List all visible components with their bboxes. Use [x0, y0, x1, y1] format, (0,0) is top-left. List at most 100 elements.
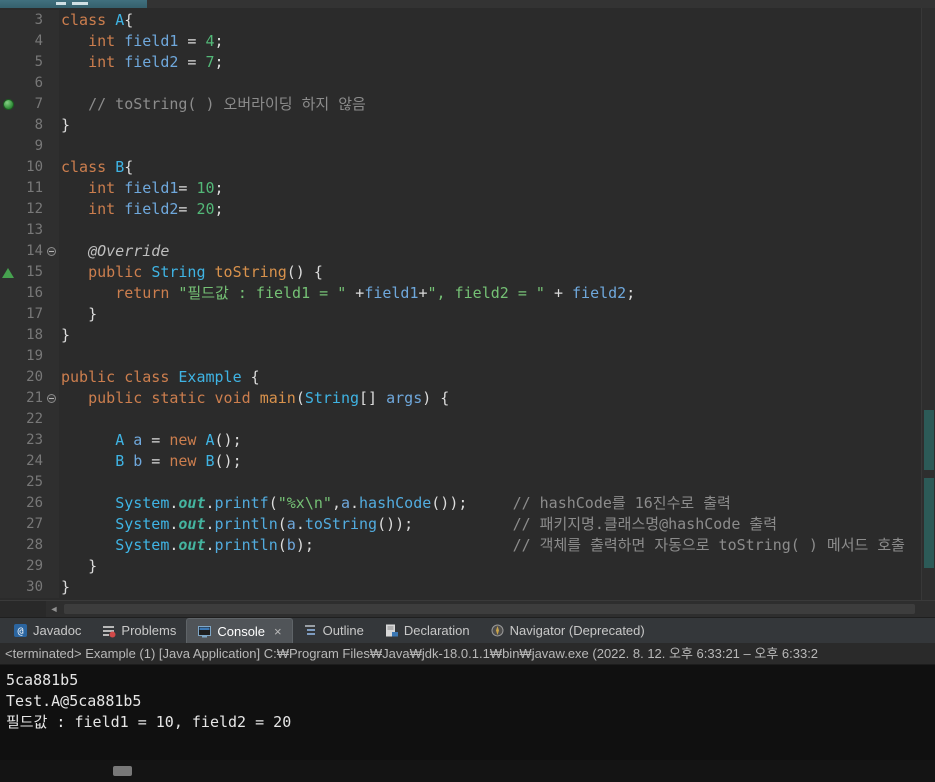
- folding-ruler-cell[interactable]: [45, 325, 59, 346]
- code-text[interactable]: [59, 346, 935, 367]
- folding-ruler-cell[interactable]: [45, 535, 59, 556]
- code-text[interactable]: System.out.printf("%x\n",a.hashCode()); …: [59, 493, 935, 514]
- line-number[interactable]: 28: [18, 535, 45, 556]
- code-line-28[interactable]: 28 System.out.println(b); // 객체를 출력하면 자동…: [0, 535, 935, 556]
- code-line-13[interactable]: 13: [0, 220, 935, 241]
- marker-ruler-cell[interactable]: [0, 409, 18, 430]
- editor-horizontal-scrollbar[interactable]: ◄: [0, 600, 935, 617]
- code-text[interactable]: }: [59, 556, 935, 577]
- line-number[interactable]: 17: [18, 304, 45, 325]
- line-number[interactable]: 6: [18, 73, 45, 94]
- marker-ruler-cell[interactable]: [0, 325, 18, 346]
- code-text[interactable]: public class Example {: [59, 367, 935, 388]
- tab-console[interactable]: Console ×: [186, 618, 293, 643]
- code-line-18[interactable]: 18}: [0, 325, 935, 346]
- code-text[interactable]: B b = new B();: [59, 451, 935, 472]
- folding-ruler-cell[interactable]: [45, 52, 59, 73]
- scrollbar-thumb[interactable]: [64, 604, 915, 614]
- console-horizontal-scrollbar[interactable]: [0, 760, 935, 782]
- code-line-24[interactable]: 24 B b = new B();: [0, 451, 935, 472]
- code-text[interactable]: int field1 = 4;: [59, 31, 935, 52]
- code-line-21[interactable]: 21 public static void main(String[] args…: [0, 388, 935, 409]
- code-text[interactable]: [59, 472, 935, 493]
- marker-ruler-cell[interactable]: [0, 493, 18, 514]
- line-number[interactable]: 21: [18, 388, 45, 409]
- folding-ruler-cell[interactable]: [45, 367, 59, 388]
- code-text[interactable]: A a = new A();: [59, 430, 935, 451]
- line-number[interactable]: 25: [18, 472, 45, 493]
- tab-javadoc[interactable]: @ Javadoc: [3, 618, 91, 643]
- code-text[interactable]: }: [59, 577, 935, 598]
- line-number[interactable]: 20: [18, 367, 45, 388]
- code-text[interactable]: class A{: [59, 10, 935, 31]
- line-number[interactable]: 26: [18, 493, 45, 514]
- code-text[interactable]: return "필드값 : field1 = " +field1+", fiel…: [59, 283, 935, 304]
- marker-ruler-cell[interactable]: [0, 283, 18, 304]
- code-line-16[interactable]: 16 return "필드값 : field1 = " +field1+", f…: [0, 283, 935, 304]
- line-number[interactable]: 13: [18, 220, 45, 241]
- code-line-4[interactable]: 4 int field1 = 4;: [0, 31, 935, 52]
- folding-ruler-cell[interactable]: [45, 493, 59, 514]
- line-number[interactable]: 16: [18, 283, 45, 304]
- marker-ruler-cell[interactable]: [0, 94, 18, 115]
- fold-collapse-icon[interactable]: [47, 247, 56, 256]
- line-number[interactable]: 30: [18, 577, 45, 598]
- folding-ruler-cell[interactable]: [45, 178, 59, 199]
- code-line-12[interactable]: 12 int field2= 20;: [0, 199, 935, 220]
- code-line-3[interactable]: 3 class A{: [0, 10, 935, 31]
- marker-ruler-cell[interactable]: [0, 241, 18, 262]
- folding-ruler-cell[interactable]: [45, 283, 59, 304]
- line-number[interactable]: 19: [18, 346, 45, 367]
- marker-ruler-cell[interactable]: [0, 577, 18, 598]
- tab-declaration[interactable]: Declaration: [374, 618, 480, 643]
- code-line-19[interactable]: 19: [0, 346, 935, 367]
- code-line-17[interactable]: 17 }: [0, 304, 935, 325]
- marker-ruler-cell[interactable]: [0, 157, 18, 178]
- code-line-10[interactable]: 10 class B{: [0, 157, 935, 178]
- code-text[interactable]: [59, 409, 935, 430]
- code-line-5[interactable]: 5 int field2 = 7;: [0, 52, 935, 73]
- close-icon[interactable]: ×: [274, 624, 282, 639]
- code-text[interactable]: int field2 = 7;: [59, 52, 935, 73]
- code-text[interactable]: public String toString() {: [59, 262, 935, 283]
- code-line-23[interactable]: 23 A a = new A();: [0, 430, 935, 451]
- line-number[interactable]: 18: [18, 325, 45, 346]
- overview-ruler[interactable]: [921, 8, 935, 600]
- folding-ruler-cell[interactable]: [45, 241, 59, 262]
- marker-ruler-cell[interactable]: [0, 31, 18, 52]
- folding-ruler-cell[interactable]: [45, 346, 59, 367]
- line-number[interactable]: 29: [18, 556, 45, 577]
- breakpoint-icon[interactable]: [3, 99, 14, 110]
- line-number[interactable]: 22: [18, 409, 45, 430]
- marker-ruler-cell[interactable]: [0, 451, 18, 472]
- marker-ruler-cell[interactable]: [0, 514, 18, 535]
- line-number[interactable]: 8: [18, 115, 45, 136]
- code-text[interactable]: public static void main(String[] args) {: [59, 388, 935, 409]
- folding-ruler-cell[interactable]: [45, 157, 59, 178]
- line-number[interactable]: 12: [18, 199, 45, 220]
- line-number[interactable]: 3: [18, 10, 45, 31]
- code-line-30[interactable]: 30}: [0, 577, 935, 598]
- marker-ruler-cell[interactable]: [0, 367, 18, 388]
- marker-ruler-cell[interactable]: [0, 115, 18, 136]
- code-text[interactable]: System.out.println(a.toString()); // 패키지…: [59, 514, 935, 535]
- code-line-7[interactable]: 7 // toString( ) 오버라이딩 하지 않음: [0, 94, 935, 115]
- line-number[interactable]: 9: [18, 136, 45, 157]
- code-line-20[interactable]: 20 public class Example {: [0, 367, 935, 388]
- code-text[interactable]: [59, 220, 935, 241]
- line-number[interactable]: 23: [18, 430, 45, 451]
- code-text[interactable]: }: [59, 325, 935, 346]
- code-text[interactable]: [59, 73, 935, 94]
- code-line-15[interactable]: 15 public String toString() {: [0, 262, 935, 283]
- folding-ruler-cell[interactable]: [45, 199, 59, 220]
- code-line-11[interactable]: 11 int field1= 10;: [0, 178, 935, 199]
- code-text[interactable]: int field2= 20;: [59, 199, 935, 220]
- code-text[interactable]: }: [59, 115, 935, 136]
- code-line-9[interactable]: 9: [0, 136, 935, 157]
- marker-ruler-cell[interactable]: [0, 304, 18, 325]
- marker-ruler-cell[interactable]: [0, 262, 18, 283]
- marker-ruler-cell[interactable]: [0, 199, 18, 220]
- code-line-14[interactable]: 14 @Override: [0, 241, 935, 262]
- code-line-26[interactable]: 26 System.out.printf("%x\n",a.hashCode()…: [0, 493, 935, 514]
- marker-ruler-cell[interactable]: [0, 430, 18, 451]
